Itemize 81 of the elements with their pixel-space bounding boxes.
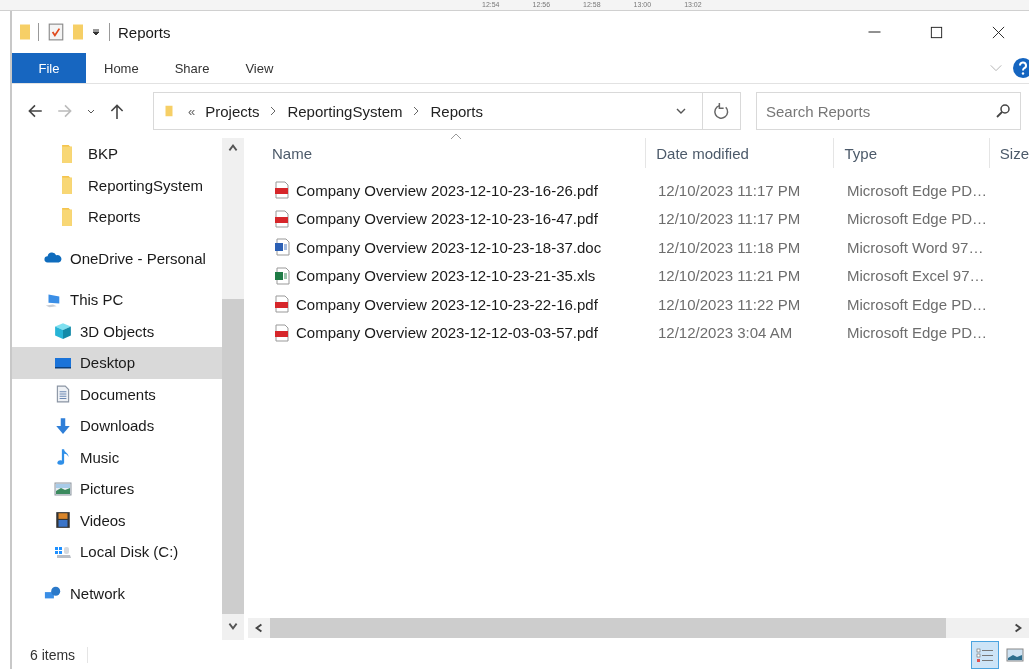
landscape-icon xyxy=(54,479,72,498)
nav-item[interactable]: OneDrive - Personal xyxy=(12,242,222,274)
file-name[interactable]: Company Overview 2023-12-10-23-21-35.xls xyxy=(262,266,648,285)
column-header[interactable]: Type xyxy=(834,138,990,168)
table-cell-text: 12/10/2023 11:17 PM xyxy=(657,181,802,199)
nav-item[interactable]: Network xyxy=(12,577,222,609)
document-icon xyxy=(54,385,72,404)
breadcrumb[interactable]: Reports xyxy=(430,102,483,120)
ribbon-tab[interactable]: Home xyxy=(86,53,157,83)
vertical-scrollbar[interactable] xyxy=(222,138,244,640)
nav-item[interactable]: Pictures xyxy=(12,473,222,505)
table-cell-text: 12/10/2023 11:21 PM xyxy=(657,267,802,285)
excel-file-icon xyxy=(274,266,290,285)
table-cell-text: Microsoft Edge PD… xyxy=(846,324,989,342)
back-arrow-icon[interactable] xyxy=(26,102,44,120)
chevron-right-icon xyxy=(269,106,278,116)
scroll-left-icon[interactable] xyxy=(253,622,265,634)
details-view-button[interactable] xyxy=(971,640,999,669)
word-file-icon xyxy=(274,238,290,257)
help-icon[interactable] xyxy=(1013,58,1029,78)
table-cell-text: Microsoft Edge PD… xyxy=(846,181,989,199)
maximize-icon xyxy=(928,24,944,40)
up-arrow-icon[interactable] xyxy=(108,102,126,120)
down-arrow-icon xyxy=(54,416,72,435)
minimize-icon xyxy=(866,31,882,33)
chevron-right-icon xyxy=(412,106,421,116)
column-header[interactable]: Name xyxy=(262,138,647,168)
nav-item[interactable]: BKP xyxy=(12,138,222,170)
table-cell-text: Microsoft Edge PD… xyxy=(846,295,989,313)
refresh-button[interactable] xyxy=(703,92,741,130)
nav-item[interactable]: Documents xyxy=(12,378,222,410)
nav-item[interactable]: ReportingSystem xyxy=(12,169,222,201)
ribbon-tab[interactable]: View xyxy=(227,53,292,83)
search-icon xyxy=(995,103,1011,119)
file-name[interactable]: Company Overview 2023-12-10-23-22-16.pdf xyxy=(262,295,648,314)
close-icon xyxy=(990,24,1006,40)
nav-item[interactable]: Downloads xyxy=(12,410,222,442)
pdf-file-icon xyxy=(274,181,290,200)
folder-icon xyxy=(20,24,30,40)
landscape-icon xyxy=(1006,646,1024,663)
breadcrumb[interactable]: Projects xyxy=(205,102,260,120)
table-cell-text: 12/10/2023 11:22 PM xyxy=(657,295,802,313)
ribbon-tab[interactable]: File xyxy=(12,53,86,83)
address-bar[interactable]: « Projects ReportingSystem Reports xyxy=(153,92,703,130)
dropdown-icon[interactable] xyxy=(91,27,101,37)
ribbon-tab[interactable]: Share xyxy=(156,53,228,83)
nav-item[interactable]: 3D Objects xyxy=(12,315,222,347)
chevron-down-icon[interactable] xyxy=(674,106,688,116)
table-cell-text: Microsoft Excel 97… xyxy=(846,267,986,285)
file-name[interactable]: Company Overview 2023-12-10-23-16-26.pdf xyxy=(262,181,648,200)
nav-item[interactable]: Videos xyxy=(12,504,222,536)
scroll-right-icon[interactable] xyxy=(1012,622,1024,634)
column-header[interactable]: Date modified xyxy=(646,138,835,168)
table-cell-text: 12/10/2023 11:18 PM xyxy=(657,238,802,256)
table-cell-text: Microsoft Word 97… xyxy=(846,238,985,256)
table-cell-text: 12/10/2023 11:17 PM xyxy=(657,210,802,228)
column-header[interactable]: Size xyxy=(989,138,1029,168)
nav-item[interactable]: Reports xyxy=(12,201,222,233)
nav-item[interactable]: Music xyxy=(12,441,222,473)
window-title: Reports xyxy=(118,23,171,41)
table-cell-text: 12/12/2023 3:04 AM xyxy=(657,324,794,342)
pdf-file-icon xyxy=(274,209,290,228)
file-name[interactable]: Company Overview 2023-12-10-23-16-47.pdf xyxy=(262,209,648,228)
breadcrumb[interactable]: ReportingSystem xyxy=(287,102,403,120)
file-name[interactable]: Company Overview 2023-12-12-03-03-57.pdf xyxy=(262,323,648,342)
pdf-file-icon xyxy=(274,295,290,314)
search-field[interactable]: Search Reports xyxy=(756,92,1021,130)
film-strip-icon xyxy=(54,511,72,530)
cube-icon xyxy=(54,322,72,341)
details-list-icon xyxy=(976,646,994,663)
file-name[interactable]: Company Overview 2023-12-10-23-18-37.doc xyxy=(262,238,648,257)
nav-item[interactable]: Local Disk (C:) xyxy=(12,536,222,568)
checklist-icon[interactable] xyxy=(47,23,65,41)
refresh-icon xyxy=(713,102,730,120)
scroll-thumb[interactable] xyxy=(222,299,244,614)
overflow-chevron[interactable]: « xyxy=(188,103,196,119)
table-cell-text: Microsoft Edge PD… xyxy=(846,210,989,228)
nav-item[interactable]: This PC xyxy=(12,284,222,316)
nav-item[interactable]: Desktop xyxy=(12,347,222,379)
item-count: 6 items xyxy=(12,646,89,663)
pdf-file-icon xyxy=(274,323,290,342)
